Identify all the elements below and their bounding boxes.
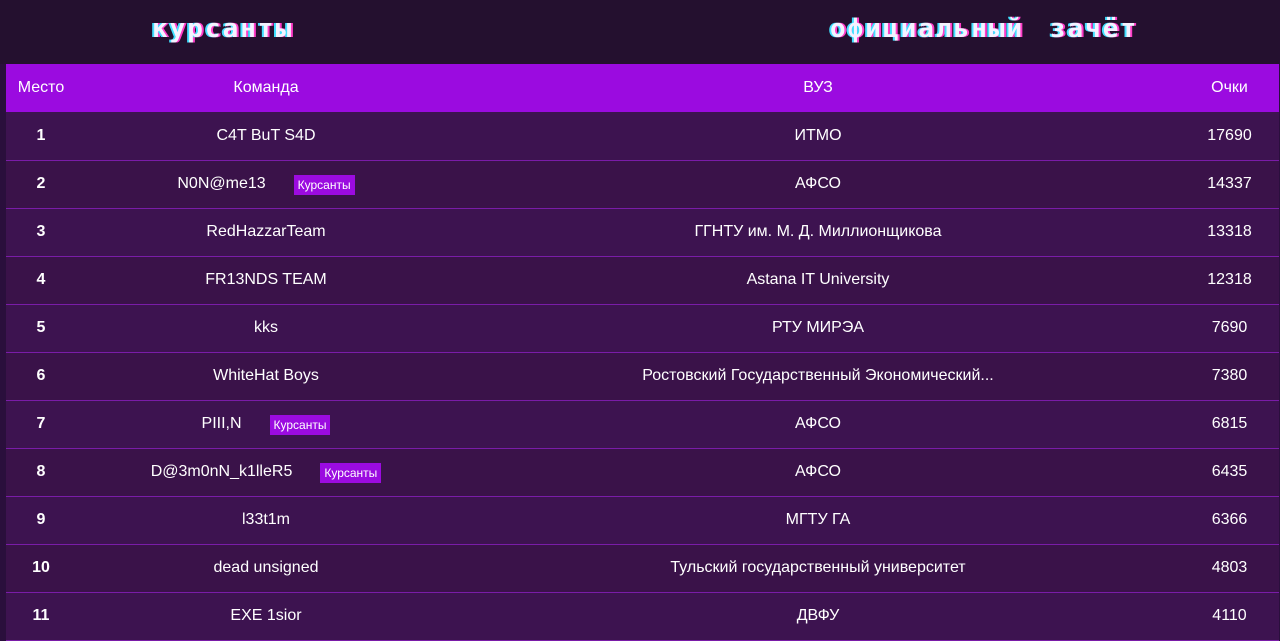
score-cell: 7380 (1211, 367, 1248, 384)
team-name[interactable]: FR13NDS TEAM (205, 271, 327, 289)
column-header-university[interactable]: ВУЗ (456, 64, 1180, 112)
university-cell: Ростовский Государственный Экономический… (642, 367, 994, 384)
team-name[interactable]: WhiteHat Boys (213, 367, 319, 385)
place-cell: 8 (36, 463, 46, 480)
team-name[interactable]: kks (254, 319, 278, 337)
cadets-badge: Курсанты (320, 463, 382, 483)
score-cell: 12318 (1207, 271, 1252, 288)
score-cell: 6435 (1211, 463, 1248, 480)
table-row[interactable]: 9 l33t1m МГТУ ГА 6366 (6, 496, 1279, 544)
table-body: 1 C4T BuT S4D ИТМО 17690 2 N0N@me13 Курса… (6, 112, 1279, 640)
team-name[interactable]: C4T BuT S4D (216, 127, 315, 145)
place-cell: 3 (36, 223, 46, 240)
score-cell: 7690 (1211, 319, 1248, 336)
place-cell: 2 (36, 175, 46, 192)
table-row[interactable]: 2 N0N@me13 Курсанты АФСО 14337 (6, 160, 1279, 208)
tab-official-standings[interactable]: официальный зачёт (830, 14, 1138, 44)
team-name[interactable]: EXE 1sior (230, 607, 301, 625)
university-cell: Astana IT University (746, 271, 890, 288)
university-cell: Тульский государственный университет (670, 559, 966, 576)
team-cell: RedHazzarTeam (76, 208, 456, 256)
cadets-badge: Курсанты (269, 415, 331, 435)
table-row[interactable]: 7 PIII,N Курсанты АФСО 6815 (6, 400, 1279, 448)
university-cell: ГГНТУ им. М. Д. Миллионщикова (694, 223, 942, 240)
score-cell: 6366 (1211, 511, 1248, 528)
place-cell: 5 (36, 319, 46, 336)
table-row[interactable]: 10 dead unsigned Тульский государственны… (6, 544, 1279, 592)
university-cell: АФСО (795, 175, 841, 192)
scoreboard-table: Место Команда ВУЗ Очки 1 C4T BuT S4D ИТМ… (6, 64, 1279, 641)
university-cell: АФСО (795, 415, 841, 432)
team-cell: dead unsigned (76, 544, 456, 592)
column-header-score[interactable]: Очки (1180, 64, 1279, 112)
team-cell: FR13NDS TEAM (76, 256, 456, 304)
place-cell: 7 (36, 415, 46, 432)
place-cell: 11 (32, 607, 50, 624)
column-header-place[interactable]: Место (6, 64, 76, 112)
university-cell: РТУ МИРЭА (771, 319, 864, 336)
place-cell: 6 (36, 367, 46, 384)
team-cell: N0N@me13 Курсанты (76, 160, 456, 208)
table-row[interactable]: 8 D@3m0nN_k1lleR5 Курсанты АФСО 6435 (6, 448, 1279, 496)
place-cell: 10 (32, 559, 50, 576)
table-row[interactable]: 11 EXE 1sior ДВФУ 4110 (6, 592, 1279, 640)
place-cell: 4 (36, 271, 46, 288)
score-cell: 13318 (1207, 223, 1252, 240)
scoreboard: Место Команда ВУЗ Очки 1 C4T BuT S4D ИТМ… (6, 64, 1279, 641)
team-name[interactable]: RedHazzarTeam (206, 223, 325, 241)
university-cell: АФСО (795, 463, 841, 480)
cadets-badge: Курсанты (293, 175, 355, 195)
score-cell: 6815 (1211, 415, 1248, 432)
place-cell: 1 (36, 126, 46, 144)
column-header-team[interactable]: Команда (76, 64, 456, 112)
score-cell: 17690 (1207, 126, 1252, 144)
score-cell: 14337 (1207, 175, 1252, 192)
score-cell: 4803 (1211, 559, 1248, 576)
team-cell: kks (76, 304, 456, 352)
team-cell: l33t1m (76, 496, 456, 544)
team-cell: WhiteHat Boys (76, 352, 456, 400)
team-name[interactable]: PIII,N (202, 415, 242, 433)
header-row: Место Команда ВУЗ Очки (6, 64, 1279, 112)
team-cell: C4T BuT S4D (76, 112, 456, 160)
team-name[interactable]: D@3m0nN_k1lleR5 (151, 463, 293, 481)
tab-cadets[interactable]: курсанты (152, 14, 293, 44)
table-row[interactable]: 4 FR13NDS TEAM Astana IT University 1231… (6, 256, 1279, 304)
team-cell: EXE 1sior (76, 592, 456, 640)
university-cell: ИТМО (794, 126, 842, 144)
team-cell: D@3m0nN_k1lleR5 Курсанты (76, 448, 456, 496)
table-header: Место Команда ВУЗ Очки (6, 64, 1279, 112)
team-name[interactable]: l33t1m (242, 511, 290, 529)
table-row[interactable]: 1 C4T BuT S4D ИТМО 17690 (6, 112, 1279, 160)
place-cell: 9 (36, 511, 46, 528)
table-row[interactable]: 3 RedHazzarTeam ГГНТУ им. М. Д. Миллионщ… (6, 208, 1279, 256)
university-cell: МГТУ ГА (785, 511, 851, 528)
team-name[interactable]: N0N@me13 (177, 175, 265, 193)
university-cell: ДВФУ (796, 607, 840, 624)
top-bar: курсанты официальный зачёт (0, 0, 1280, 64)
table-row[interactable]: 6 WhiteHat Boys Ростовский Государственн… (6, 352, 1279, 400)
score-cell: 4110 (1212, 607, 1247, 624)
team-cell: PIII,N Курсанты (76, 400, 456, 448)
team-name[interactable]: dead unsigned (214, 559, 319, 577)
table-row[interactable]: 5 kks РТУ МИРЭА 7690 (6, 304, 1279, 352)
